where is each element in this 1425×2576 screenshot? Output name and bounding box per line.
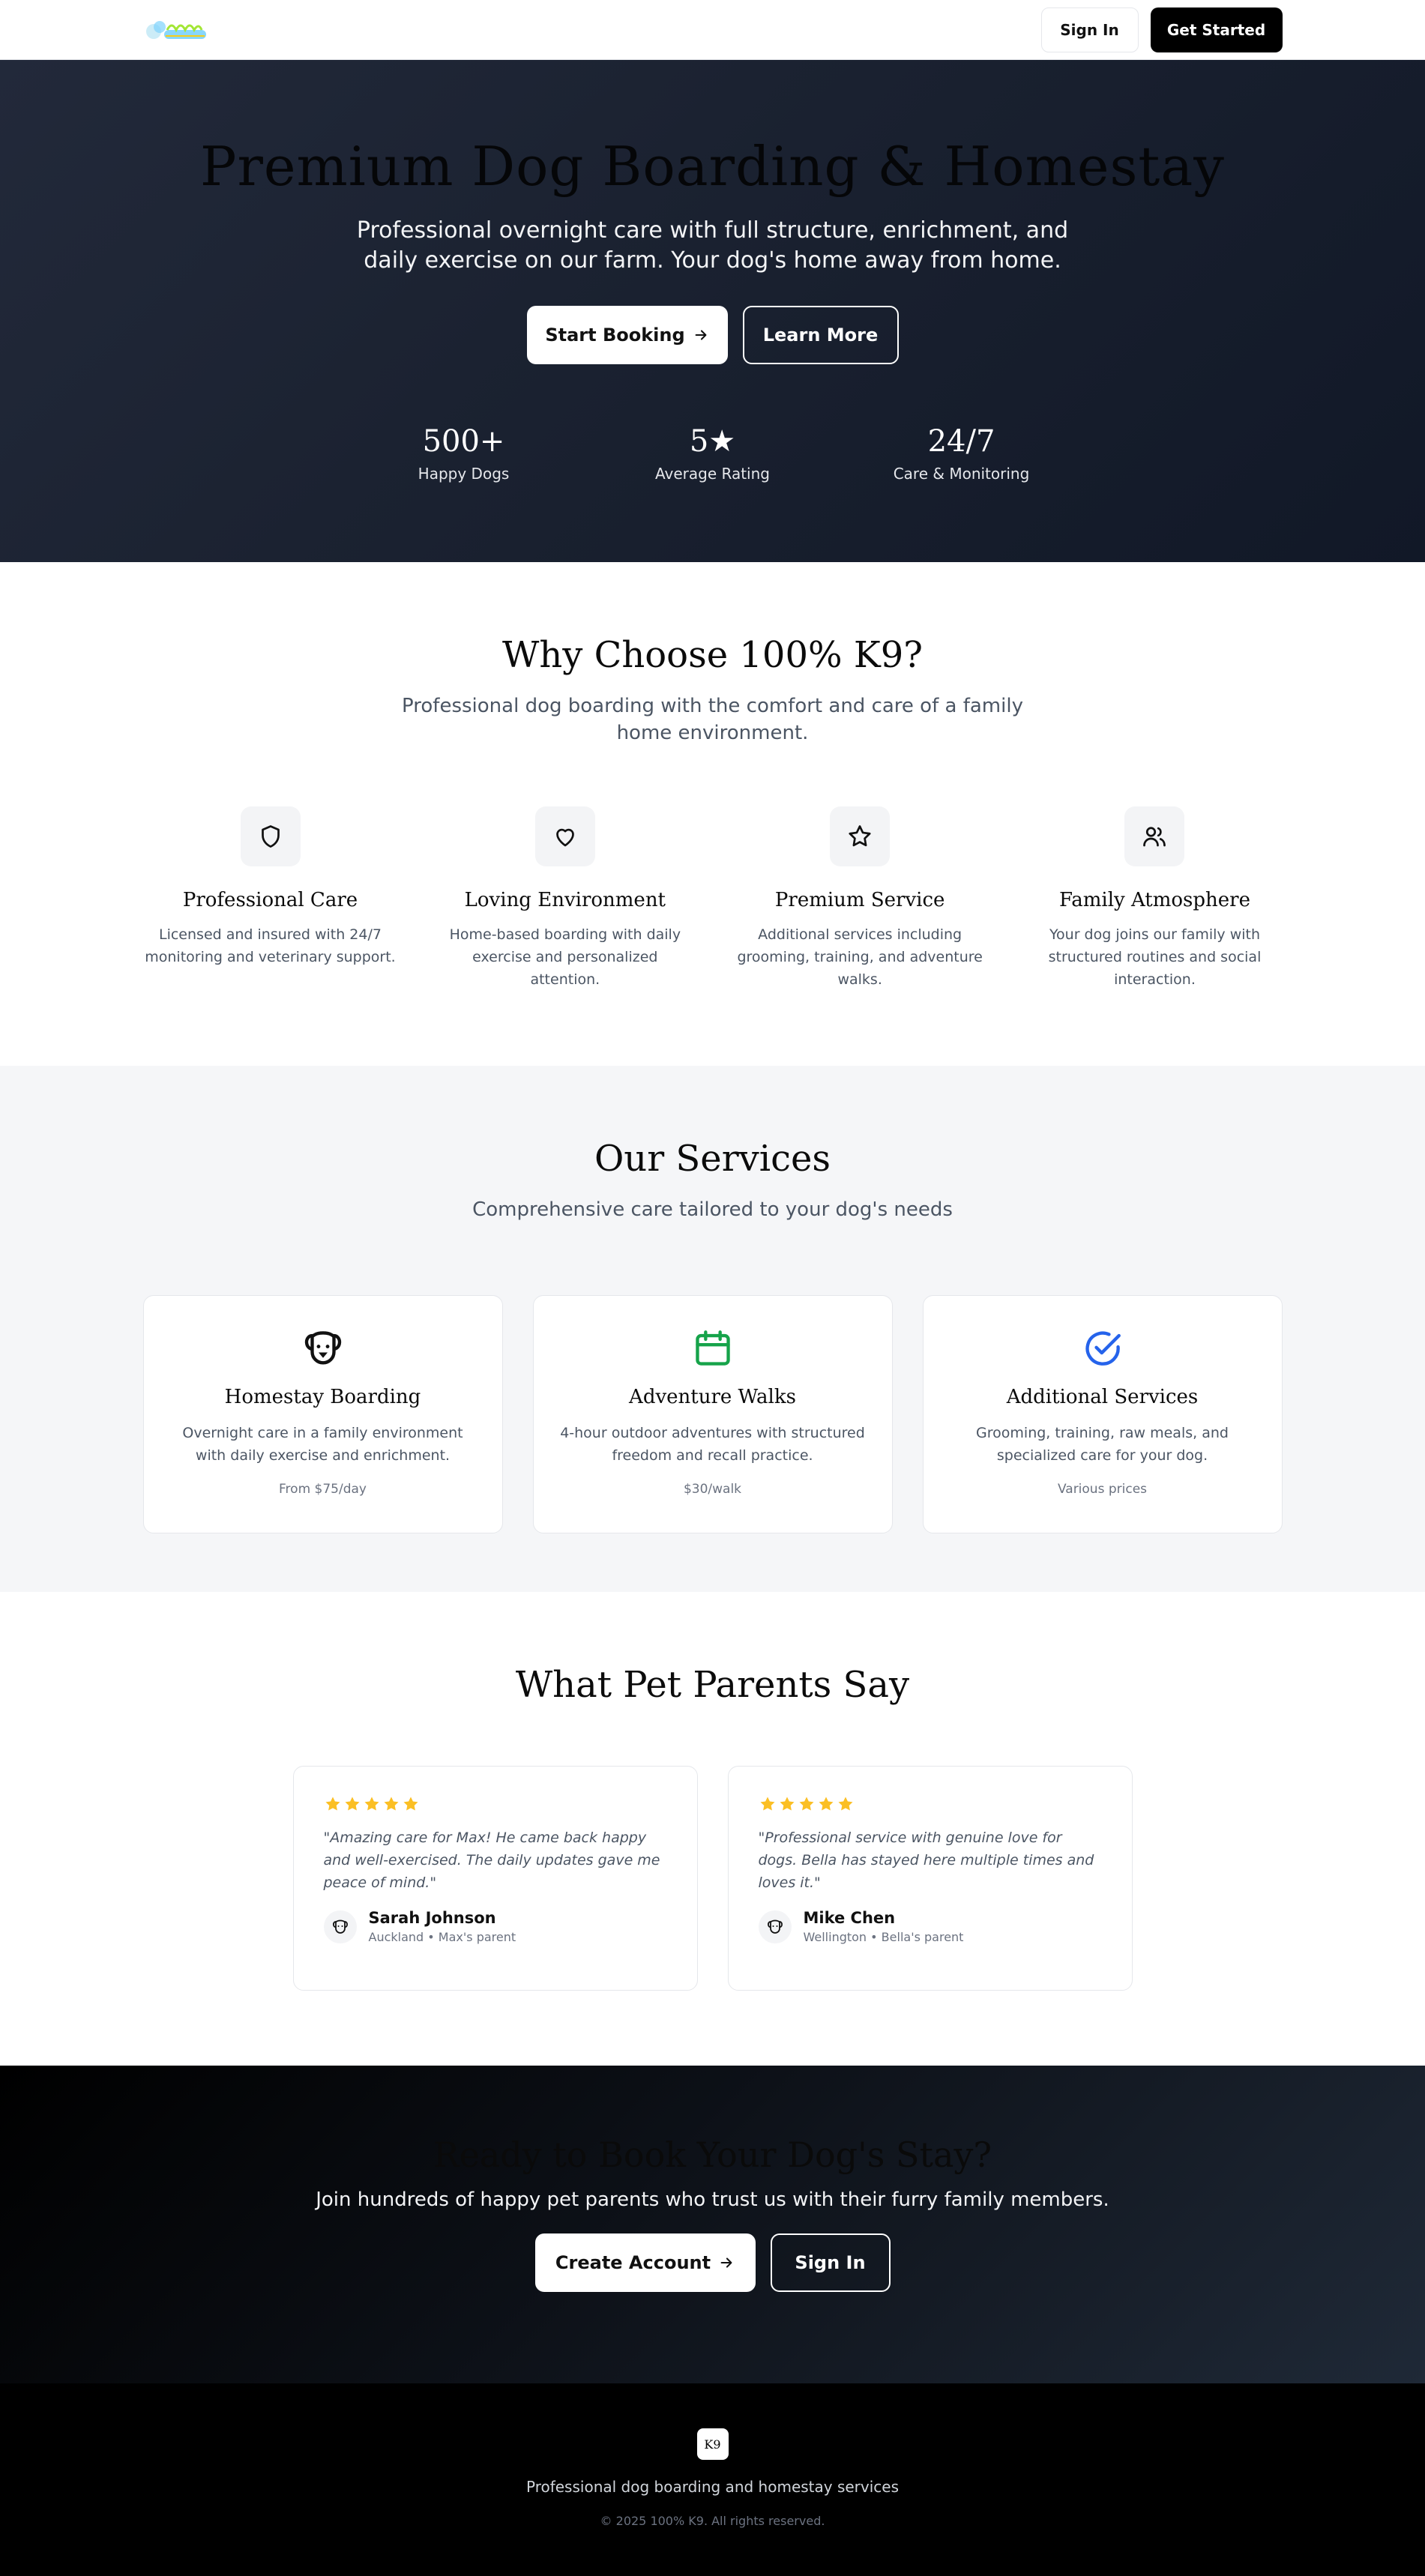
header-get-started-button[interactable]: Get Started: [1150, 7, 1283, 52]
stat-label: Care & Monitoring: [893, 465, 1030, 483]
stat-care-monitoring: 24/7 Care & Monitoring: [837, 424, 1086, 483]
create-account-button[interactable]: Create Account: [534, 2233, 756, 2292]
feature-family-atmosphere: Family Atmosphere Your dog joins our fam…: [1027, 806, 1282, 991]
footer-copyright: © 2025 100% K9. All rights reserved.: [600, 2514, 825, 2528]
star-filled-icon: [325, 1797, 340, 1811]
star-filled-icon: [838, 1797, 852, 1811]
arrow-right-icon: [695, 330, 707, 340]
star-filled-icon: [799, 1797, 813, 1811]
testimonial-name: Mike Chen: [803, 1909, 896, 1927]
service-text: Overnight care in a family environment w…: [182, 1425, 463, 1464]
star-filled-icon: [345, 1797, 359, 1811]
stat-value: 5★: [689, 424, 736, 459]
footer-tagline: Professional dog boarding and homestay s…: [525, 2478, 900, 2496]
feature-loving-environment: Loving Environment Home-based boarding w…: [438, 806, 693, 991]
why-title: Why Choose 100% K9?: [502, 634, 923, 676]
cta-title: Ready to Book Your Dog's Stay?: [433, 2135, 992, 2175]
arrow-right-icon: [720, 2257, 732, 2268]
service-card-adventure-walks[interactable]: Adventure Walks 4-hour outdoor adventure…: [532, 1295, 893, 1533]
users-icon: [1124, 806, 1185, 866]
testimonials-section: What Pet Parents Say "Amazing care for M…: [0, 1592, 1425, 2066]
dog-avatar-icon: [758, 1910, 792, 1943]
service-price: From $75/day: [279, 1482, 367, 1497]
check-circle-icon: [1080, 1326, 1125, 1371]
feature-title: Premium Service: [774, 889, 945, 911]
star-filled-icon: [403, 1797, 418, 1811]
why-section: Why Choose 100% K9? Professional dog boa…: [0, 562, 1425, 1066]
cta-sign-in-button[interactable]: Sign In: [770, 2233, 891, 2292]
service-title: Adventure Walks: [629, 1386, 796, 1408]
star-filled-icon: [364, 1797, 379, 1811]
dog-icon: [301, 1326, 346, 1371]
service-text: Grooming, training, raw meals, and speci…: [976, 1425, 1229, 1464]
rating-stars: [759, 1795, 1102, 1813]
star-filled-icon: [780, 1797, 794, 1811]
feature-title: Professional Care: [182, 889, 358, 911]
create-account-label: Create Account: [555, 2252, 711, 2273]
testimonial-meta: Auckland • Max's parent: [368, 1930, 516, 1944]
testimonial-name: Sarah Johnson: [368, 1909, 496, 1927]
service-card-homestay[interactable]: Homestay Boarding Overnight care in a fa…: [142, 1295, 503, 1533]
stat-value: 24/7: [927, 424, 995, 459]
footer-logo: K9: [696, 2428, 729, 2460]
logo-graphic: [145, 20, 206, 39]
service-title: Additional Services: [1006, 1386, 1199, 1408]
shield-icon: [240, 806, 301, 866]
hero-stats: 500+ Happy Dogs 5★ Average Rating 24/7 C…: [0, 424, 1425, 483]
header-sign-in-button[interactable]: Sign In: [1040, 7, 1139, 52]
star-filled-icon: [760, 1797, 774, 1811]
stat-happy-dogs: 500+ Happy Dogs: [340, 424, 588, 483]
start-booking-label: Start Booking: [545, 325, 685, 346]
feature-text: Home-based boarding with daily exercise …: [449, 926, 681, 988]
feature-text: Licensed and insured with 24/7 monitorin…: [145, 926, 396, 965]
services-section: Our Services Comprehensive care tailored…: [0, 1066, 1425, 1592]
hero-subtitle: Professional overnight care with full st…: [356, 217, 1069, 274]
service-text: 4-hour outdoor adventures with structure…: [560, 1425, 865, 1464]
star-icon: [830, 806, 891, 866]
service-price: Various prices: [1057, 1482, 1148, 1497]
testimonial-quote: "Amazing care for Max! He came back happ…: [323, 1830, 660, 1891]
learn-more-button[interactable]: Learn More: [742, 306, 899, 364]
star-filled-icon: [384, 1797, 398, 1811]
calendar-icon: [690, 1326, 735, 1371]
feature-text: Additional services including grooming, …: [737, 926, 983, 988]
stat-value: 500+: [422, 424, 505, 459]
hero-section: Premium Dog Boarding & Homestay Professi…: [0, 60, 1425, 562]
stat-average-rating: 5★ Average Rating: [588, 424, 837, 483]
site-header: Sign In Get Started: [0, 0, 1425, 60]
testimonial-quote: "Professional service with genuine love …: [758, 1830, 1094, 1891]
dog-avatar-icon: [323, 1910, 357, 1943]
rating-stars: [324, 1795, 667, 1813]
brand-logo[interactable]: [143, 12, 215, 48]
service-title: Homestay Boarding: [224, 1386, 421, 1408]
service-card-additional[interactable]: Additional Services Grooming, training, …: [922, 1295, 1283, 1533]
testimonials-title: What Pet Parents Say: [515, 1664, 910, 1706]
feature-professional-care: Professional Care Licensed and insured w…: [143, 806, 398, 991]
services-title: Our Services: [594, 1138, 831, 1180]
site-footer: K9 Professional dog boarding and homesta…: [0, 2383, 1425, 2576]
services-subtitle: Comprehensive care tailored to your dog'…: [472, 1198, 953, 1221]
start-booking-button[interactable]: Start Booking: [526, 306, 728, 364]
cta-subtitle: Join hundreds of happy pet parents who t…: [316, 2189, 1109, 2211]
stat-label: Average Rating: [655, 465, 770, 483]
service-price: $30/walk: [683, 1482, 742, 1497]
hero-title: Premium Dog Boarding & Homestay: [200, 135, 1225, 198]
testimonial-card: "Amazing care for Max! He came back happ…: [292, 1766, 698, 1991]
star-filled-icon: [819, 1797, 833, 1811]
stat-label: Happy Dogs: [418, 465, 510, 483]
feature-text: Your dog joins our family with structure…: [1048, 926, 1262, 988]
heart-icon: [534, 806, 595, 866]
testimonial-card: "Professional service with genuine love …: [727, 1766, 1133, 1991]
feature-title: Loving Environment: [464, 889, 666, 911]
why-subtitle: Professional dog boarding with the comfo…: [402, 695, 1023, 744]
testimonial-meta: Wellington • Bella's parent: [803, 1930, 964, 1944]
feature-premium-service: Premium Service Additional services incl…: [732, 806, 987, 991]
feature-title: Family Atmosphere: [1058, 889, 1250, 911]
cta-section: Ready to Book Your Dog's Stay? Join hund…: [0, 2066, 1425, 2383]
